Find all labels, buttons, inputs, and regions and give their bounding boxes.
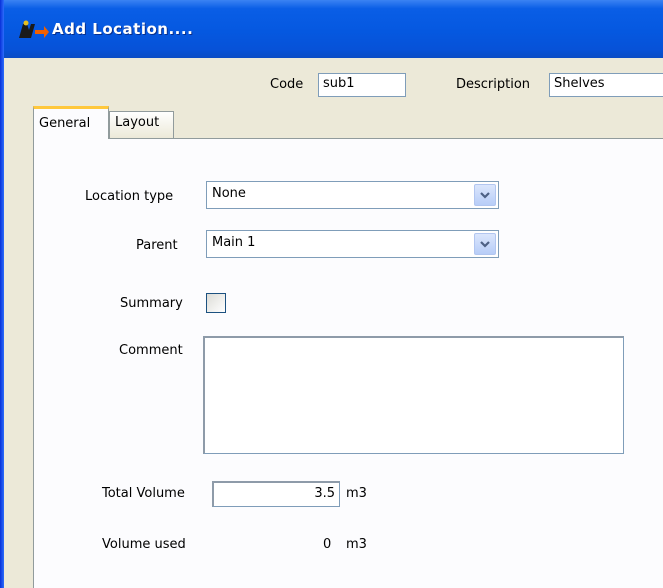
title-bar[interactable]: Add Location....: [0, 0, 663, 58]
chevron-down-icon: [480, 192, 490, 199]
parent-dropdown-button[interactable]: [474, 233, 496, 255]
summary-checkbox[interactable]: [206, 293, 226, 313]
code-input[interactable]: sub1: [318, 73, 406, 97]
chevron-down-icon: [480, 241, 490, 248]
parent-value: Main 1: [212, 235, 256, 250]
tab-layout[interactable]: Layout: [109, 111, 174, 138]
location-app-icon: [19, 20, 49, 38]
location-type-value: None: [212, 186, 246, 201]
location-type-select[interactable]: None: [206, 181, 499, 209]
total-volume-label: Total Volume: [102, 486, 185, 501]
location-type-dropdown-button[interactable]: [474, 184, 496, 206]
volume-used-label: Volume used: [102, 537, 186, 552]
description-input[interactable]: Shelves: [549, 73, 663, 97]
add-location-window: Add Location.... Code sub1 Description S…: [0, 0, 663, 588]
volume-used-value: 0: [323, 537, 332, 552]
total-volume-input[interactable]: 3.5: [212, 481, 340, 507]
comment-textarea[interactable]: [203, 336, 624, 454]
summary-label: Summary: [120, 296, 183, 311]
total-volume-unit: m3: [346, 486, 367, 501]
tab-general[interactable]: General: [33, 106, 109, 139]
comment-label: Comment: [119, 343, 183, 358]
window-left-border: [0, 0, 4, 588]
code-label: Code: [270, 77, 304, 92]
window-title: Add Location....: [52, 20, 194, 38]
location-type-label: Location type: [85, 189, 174, 204]
description-label: Description: [456, 77, 531, 92]
volume-used-unit: m3: [346, 537, 367, 552]
parent-label: Parent: [136, 238, 178, 253]
total-volume-value: 3.5: [314, 486, 335, 501]
parent-select[interactable]: Main 1: [206, 230, 499, 258]
